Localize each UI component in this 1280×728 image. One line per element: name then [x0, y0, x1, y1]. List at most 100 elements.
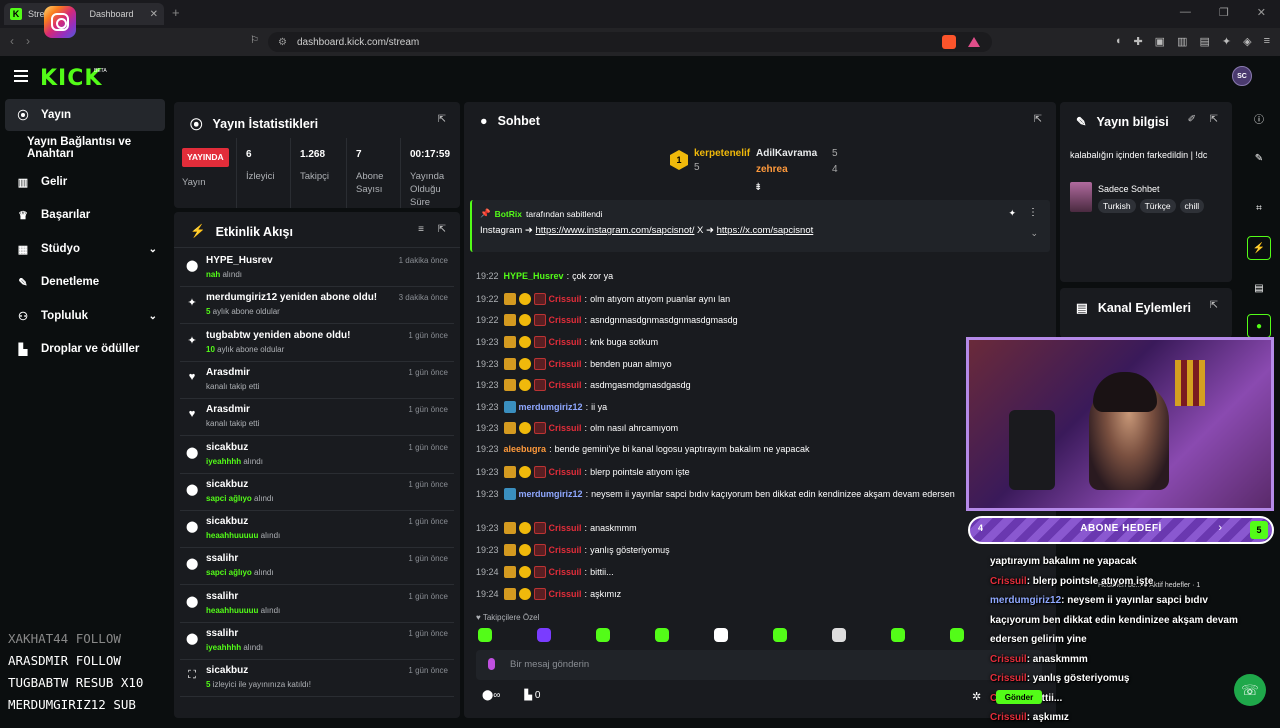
popout-icon[interactable]: ⇱ — [1210, 300, 1218, 311]
tag[interactable]: Türkçe — [1139, 199, 1176, 213]
address-bar[interactable]: ⚙ dashboard.kick.com/stream — [268, 32, 992, 52]
chevron-down-icon[interactable]: ⌄ — [149, 244, 157, 255]
message-username[interactable]: aleebugra — [504, 444, 547, 454]
message-username[interactable]: Crissuil — [549, 467, 582, 477]
activity-item[interactable]: ⬤ sicakbuz heaahhuuuuu alındı 1 gün önce — [180, 511, 454, 549]
message-username[interactable]: Crissuil — [549, 589, 582, 599]
message-username[interactable]: Crissuil — [549, 423, 582, 433]
avatar[interactable]: SC — [1232, 66, 1252, 86]
message-username[interactable]: HYPE_Husrev — [504, 271, 564, 281]
extensions-icon[interactable]: ✚ — [1133, 35, 1142, 48]
edit-icon[interactable]: ✎ — [1247, 146, 1271, 170]
popout-icon[interactable]: ⇱ — [438, 224, 446, 235]
popout-icon[interactable]: ⇱ — [1210, 114, 1218, 125]
chat-input[interactable]: Bir mesaj gönderin — [476, 650, 1042, 680]
leo-icon[interactable]: ✦ — [1222, 35, 1231, 48]
leader-name[interactable]: zehrea — [756, 164, 788, 175]
sidebar-toggle-icon[interactable]: ▥ — [1177, 35, 1187, 48]
emote-icon[interactable] — [714, 628, 728, 642]
site-info-icon[interactable]: ⚙ — [278, 37, 287, 48]
tag[interactable]: chill — [1179, 199, 1205, 213]
maximize-icon[interactable]: ❐ — [1219, 6, 1229, 19]
sidebar-item-stream-key[interactable]: Yayın Bağlantısı ve Anahtarı — [5, 132, 165, 164]
emote-icon[interactable] — [596, 628, 610, 642]
lightning-icon[interactable]: ⚡ — [1247, 236, 1271, 260]
sidebar-item-denetleme[interactable]: ✎ Denetleme — [5, 266, 165, 298]
back-icon[interactable]: ‹ — [10, 34, 14, 48]
gift-count[interactable]: ▙ 0 — [524, 690, 540, 701]
sidebar-item-basarilar[interactable]: ♛ Başarılar — [5, 199, 165, 231]
info-icon[interactable]: ⓘ — [1247, 106, 1271, 130]
audio-icon[interactable]: ◖ — [1115, 35, 1122, 48]
chevron-down-icon[interactable]: ⌄ — [1030, 228, 1038, 239]
hamburger-menu-icon[interactable] — [14, 70, 28, 82]
microphone-icon[interactable] — [488, 658, 495, 670]
sidebar-item-gelir[interactable]: ▥ Gelir — [5, 166, 165, 198]
browser-tab[interactable]: K Strea Dashboard ✕ — [4, 3, 164, 25]
brave-shield-icon[interactable] — [942, 35, 956, 49]
points-icon[interactable]: ⬤∞ — [482, 690, 500, 701]
emote-icon[interactable] — [478, 628, 492, 642]
activity-item[interactable]: ✦ merdumgiriz12 yeniden abone oldu! 5 aylı… — [180, 287, 454, 325]
edit-icon[interactable]: ✐ — [1188, 114, 1196, 125]
emote-icon[interactable] — [655, 628, 669, 642]
message-username[interactable]: Crissuil — [549, 315, 582, 325]
forward-icon[interactable]: › — [26, 34, 30, 48]
activity-item[interactable]: ⬤ sicakbuz iyeahhhh alındı 1 gün önce — [180, 437, 454, 474]
expand-leaderboard-icon[interactable]: ⇟ — [754, 182, 762, 193]
message-username[interactable]: Crissuil — [549, 545, 582, 555]
emote-icon[interactable] — [832, 628, 846, 642]
activity-item[interactable]: ⬤ ssalihr heaahhuuuuu alındı 1 gün önce — [180, 586, 454, 623]
message-username[interactable]: Crissuil — [549, 337, 582, 347]
more-options-icon[interactable]: ⋮ — [1028, 207, 1038, 218]
tag[interactable]: Turkish — [1098, 199, 1136, 213]
activity-item[interactable]: ⬤ ssalihr iyeahhhh alındı 1 gün önce — [180, 623, 454, 660]
close-tab-icon[interactable]: ✕ — [150, 9, 158, 20]
message-username[interactable]: Crissuil — [549, 523, 582, 533]
brave-rewards-icon[interactable] — [968, 37, 980, 47]
leader-name[interactable]: kerpetenelif — [694, 148, 750, 159]
sidebar-item-droplar[interactable]: ▙ Droplar ve ödüller — [5, 333, 165, 365]
activity-item[interactable]: ⛶ sicakbuz 5 izleyici ile yayınınıza katıl… — [180, 660, 454, 698]
leader-name[interactable]: AdilKavrama — [756, 148, 817, 159]
new-tab-icon[interactable]: + — [172, 5, 180, 20]
message-username[interactable]: Crissuil — [549, 380, 582, 390]
send-button[interactable]: Gönder — [996, 690, 1042, 704]
chevron-down-icon[interactable]: ⌄ — [149, 311, 157, 322]
activity-item[interactable]: ⬤ HYPE_Husrev nah alındı 1 dakika önce — [180, 250, 454, 287]
minimize-icon[interactable]: — — [1180, 6, 1191, 19]
close-window-icon[interactable]: ✕ — [1257, 6, 1266, 19]
settings-icon[interactable]: ✲ — [972, 690, 981, 703]
wallet-icon[interactable]: ▤ — [1199, 35, 1209, 48]
crop-icon[interactable]: ⌗ — [1247, 196, 1271, 220]
sidebar-item-yayin[interactable]: ⦿ Yayın — [5, 99, 165, 131]
document-icon[interactable]: ▤ — [1247, 276, 1271, 300]
message-username[interactable]: merdumgiriz12 — [519, 489, 583, 499]
chat-icon[interactable]: ● — [1247, 314, 1271, 338]
activity-item[interactable]: ♥ Arasdmir kanalı takip etti 1 gün önce — [180, 399, 454, 437]
emote-icon[interactable] — [537, 628, 551, 642]
message-username[interactable]: Crissuil — [549, 294, 582, 304]
filter-icon[interactable]: ≡ — [418, 224, 424, 235]
sidebar-item-studyo[interactable]: ▦ Stüdyo ⌄ — [5, 233, 165, 265]
popout-icon[interactable]: ⇱ — [1034, 114, 1042, 125]
message-username[interactable]: merdumgiriz12 — [519, 402, 583, 412]
popout-icon[interactable]: ⇱ — [438, 114, 446, 125]
emote-icon[interactable] — [950, 628, 964, 642]
activity-item[interactable]: ♥ Arasdmir kanalı takip etti 1 gün önce — [180, 362, 454, 399]
menu-icon[interactable]: ≡ — [1264, 35, 1270, 48]
unpin-icon[interactable]: ✦ — [1008, 208, 1016, 219]
emote-icon[interactable] — [891, 628, 905, 642]
activity-item[interactable]: ⬤ ssalihr sapci ağlıyo alındı 1 gün önce — [180, 548, 454, 586]
instagram-link[interactable]: https://www.instagram.com/sapcisnot/ — [535, 225, 694, 236]
message-username[interactable]: Crissuil — [549, 359, 582, 369]
support-icon[interactable]: ☏ — [1234, 674, 1266, 706]
activity-item[interactable]: ⬤ sicakbuz sapci ağlıyo alındı 1 gün önce — [180, 474, 454, 511]
vpn-icon[interactable]: ◈ — [1243, 35, 1251, 48]
activity-item[interactable]: ✦ tugbabtw yeniden abone oldu! 10 aylık ab… — [180, 325, 454, 362]
x-link[interactable]: https://x.com/sapcisnot — [717, 225, 814, 236]
screenshot-icon[interactable]: ▣ — [1155, 35, 1165, 48]
sidebar-item-topluluk[interactable]: ⚇ Topluluk ⌄ — [5, 300, 165, 332]
message-username[interactable]: Crissuil — [549, 567, 582, 577]
emote-icon[interactable] — [773, 628, 787, 642]
